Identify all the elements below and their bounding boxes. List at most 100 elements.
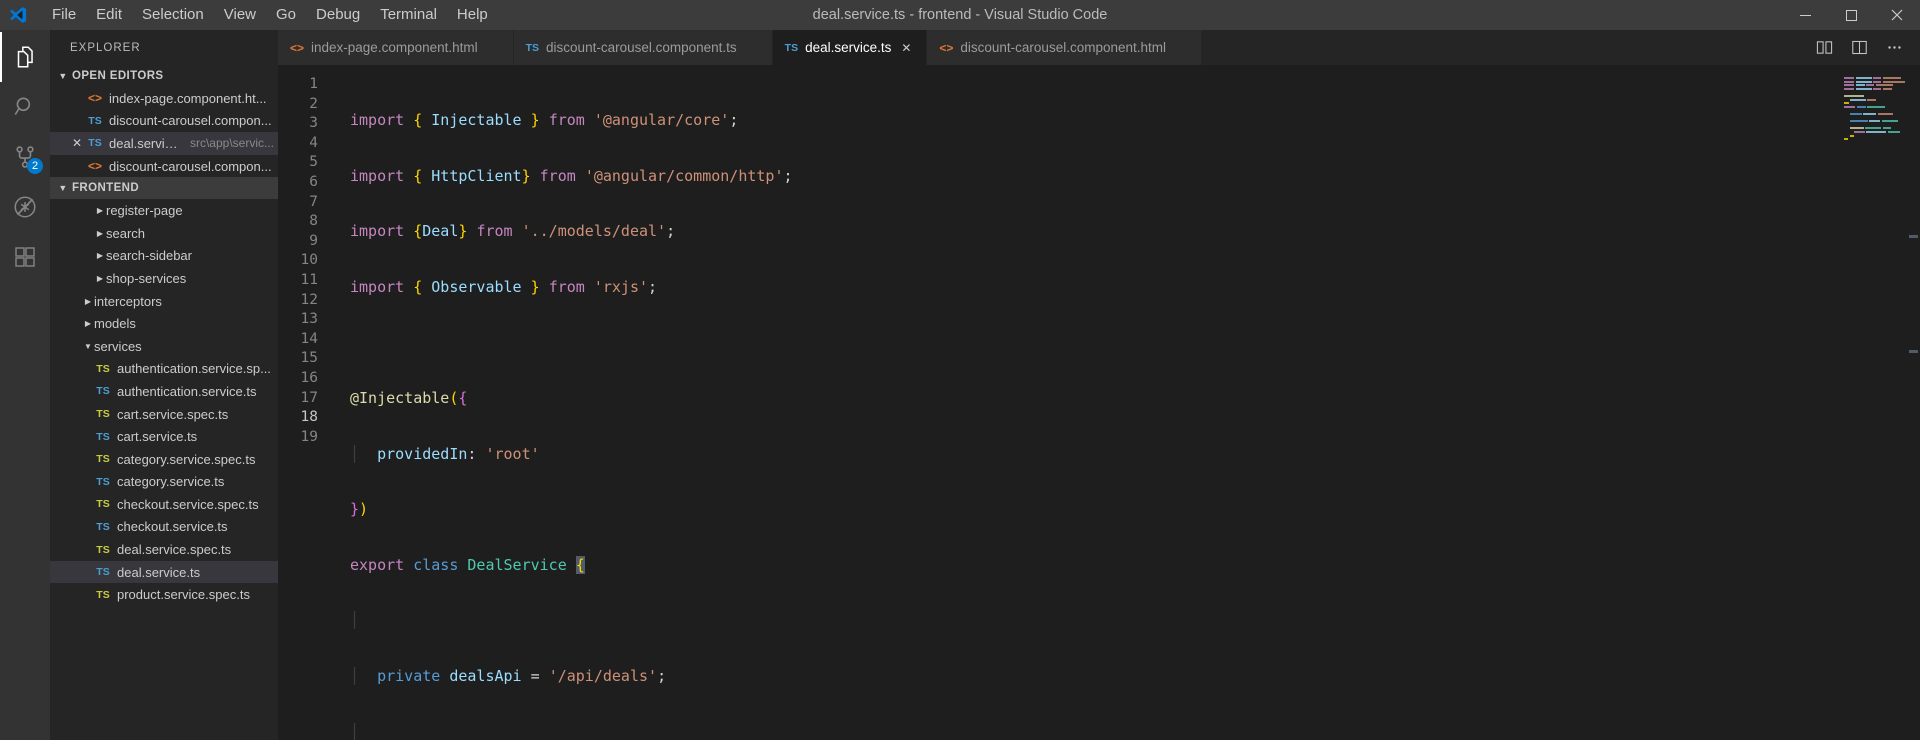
chevron-right-icon: ▶ <box>96 206 104 216</box>
tree-folder-register-page[interactable]: ▶ register-page <box>50 199 278 222</box>
tree-file-product-service-spec[interactable]: TS product.service.spec.ts <box>50 583 278 606</box>
tab-close-icon[interactable]: ✕ <box>898 41 914 55</box>
menu-terminal[interactable]: Terminal <box>370 0 447 30</box>
open-editor-item-active[interactable]: ✕ TS deal.service.ts src\app\servic... <box>50 132 278 155</box>
line-number: 10 <box>300 252 318 269</box>
tree-file-deal-service-spec[interactable]: TS deal.service.spec.ts <box>50 538 278 561</box>
ts-spec-file-icon: TS <box>96 543 110 556</box>
line-number: 11 <box>300 271 318 288</box>
tree-label: category.service.ts <box>117 474 225 490</box>
tree-folder-search-sidebar[interactable]: ▶ search-sidebar <box>50 245 278 268</box>
activity-source-control[interactable]: 2 <box>0 132 50 182</box>
code-line-2: import { HttpClient} from '@angular/comm… <box>350 166 793 185</box>
ts-spec-file-icon: TS <box>96 498 110 511</box>
section-open-editors-label: OPEN EDITORS <box>72 70 164 82</box>
code-content[interactable]: import { Injectable } from '@angular/cor… <box>340 65 1920 740</box>
explorer-sidebar: EXPLORER ▼ OPEN EDITORS <> index-page.co… <box>50 30 278 740</box>
activity-bar: 2 <box>0 30 50 740</box>
line-number: 15 <box>300 350 318 367</box>
ts-file-icon: TS <box>96 566 110 579</box>
scrollbar-marker <box>1909 235 1918 238</box>
more-actions-icon[interactable] <box>1877 30 1912 65</box>
tree-label: product.service.spec.ts <box>117 587 250 603</box>
tree-folder-shop-services[interactable]: ▶ shop-services <box>50 267 278 290</box>
menu-go[interactable]: Go <box>266 0 306 30</box>
close-editor-icon[interactable]: ✕ <box>68 136 86 150</box>
sidebar-title: EXPLORER <box>70 41 141 54</box>
editor-scrollbar[interactable] <box>1906 65 1920 740</box>
chevron-right-icon: ▶ <box>84 296 92 306</box>
activity-extensions[interactable] <box>0 232 50 282</box>
tree-folder-interceptors[interactable]: ▶ interceptors <box>50 290 278 313</box>
line-number: 3 <box>309 115 318 132</box>
file-tree[interactable]: ▶ register-page ▶ search ▶ search-sideba… <box>50 199 278 740</box>
open-editors-list: <> index-page.component.ht... TS discoun… <box>50 87 278 177</box>
vscode-logo-icon <box>0 0 36 30</box>
menu-edit[interactable]: Edit <box>86 0 132 30</box>
tab-discount-carousel-component-html[interactable]: <> discount-carousel.component.html ✕ <box>927 30 1202 65</box>
tree-label: search-sidebar <box>106 248 192 264</box>
tree-label: authentication.service.ts <box>117 383 257 399</box>
tree-folder-search[interactable]: ▶ search <box>50 222 278 245</box>
tab-discount-carousel-component-ts[interactable]: TS discount-carousel.component.ts ✕ <box>513 30 773 65</box>
tree-label: cart.service.spec.ts <box>117 406 229 422</box>
html-file-icon: <> <box>87 159 102 174</box>
tree-folder-services[interactable]: ▼ services <box>50 335 278 358</box>
line-number-gutter: 1 2 3 4 5 6 7 8 9 10 11 12 13 14 15 16 1 <box>278 65 340 740</box>
line-number: 13 <box>300 311 318 328</box>
line-number: 17 <box>300 389 318 406</box>
tree-label: category.service.spec.ts <box>117 451 256 467</box>
open-editor-item[interactable]: <> index-page.component.ht... <box>50 87 278 110</box>
section-frontend[interactable]: ▼ FRONTEND <box>50 177 278 200</box>
tree-folder-models[interactable]: ▶ models <box>50 312 278 335</box>
activity-search[interactable] <box>0 82 50 132</box>
tree-file-checkout-service[interactable]: TS checkout.service.ts <box>50 516 278 539</box>
chevron-right-icon: ▶ <box>84 319 92 329</box>
menu-help[interactable]: Help <box>447 0 498 30</box>
tree-file-deal-service[interactable]: TS deal.service.ts <box>50 560 278 584</box>
tab-index-page-component-html[interactable]: <> index-page.component.html ✕ <box>278 30 514 65</box>
window-controls <box>1782 0 1920 30</box>
line-number: 16 <box>300 369 318 386</box>
tab-label: deal.service.ts <box>805 40 892 55</box>
tab-deal-service-ts[interactable]: TS deal.service.ts ✕ <box>772 30 928 65</box>
menu-view[interactable]: View <box>214 0 266 30</box>
tree-file-cart-service[interactable]: TS cart.service.ts <box>50 425 278 448</box>
close-icon[interactable] <box>1874 0 1920 30</box>
open-editor-label: deal.service.ts <box>109 135 183 151</box>
tree-label: search <box>106 225 146 241</box>
open-changes-icon[interactable] <box>1807 30 1842 65</box>
menu-selection[interactable]: Selection <box>132 0 214 30</box>
tab-label: discount-carousel.component.ts <box>546 40 737 55</box>
minimize-icon[interactable] <box>1782 0 1828 30</box>
tree-file-category-service[interactable]: TS category.service.ts <box>50 471 278 494</box>
menu-file[interactable]: File <box>42 0 86 30</box>
menu-debug[interactable]: Debug <box>306 0 370 30</box>
line-number: 12 <box>300 291 318 308</box>
tree-file-authentication-service[interactable]: TS authentication.service.ts <box>50 380 278 403</box>
open-editor-item[interactable]: TS discount-carousel.compon... <box>50 110 278 133</box>
vscode-window: File Edit Selection View Go Debug Termin… <box>0 0 1920 740</box>
tree-file-authentication-service-spec[interactable]: TS authentication.service.sp... <box>50 358 278 381</box>
tree-file-checkout-service-spec[interactable]: TS checkout.service.spec.ts <box>50 493 278 516</box>
tree-label: deal.service.spec.ts <box>117 542 232 558</box>
maximize-icon[interactable] <box>1828 0 1874 30</box>
open-editor-label: index-page.component.ht... <box>109 90 267 106</box>
chevron-right-icon: ▶ <box>96 251 104 261</box>
ts-spec-file-icon: TS <box>96 408 110 421</box>
tab-label: index-page.component.html <box>311 40 478 55</box>
chevron-right-icon: ▶ <box>96 228 104 238</box>
open-editor-item[interactable]: <> discount-carousel.compon... <box>50 155 278 178</box>
section-open-editors[interactable]: ▼ OPEN EDITORS <box>50 65 278 87</box>
tree-file-cart-service-spec[interactable]: TS cart.service.spec.ts <box>50 403 278 426</box>
code-editor[interactable]: 1 2 3 4 5 6 7 8 9 10 11 12 13 14 15 16 1 <box>278 65 1920 740</box>
html-file-icon: <> <box>87 91 102 106</box>
title-bar: File Edit Selection View Go Debug Termin… <box>0 0 1920 30</box>
activity-debug[interactable] <box>0 182 50 232</box>
tree-label: authentication.service.sp... <box>117 361 271 377</box>
tree-label: shop-services <box>106 270 187 286</box>
tree-file-category-service-spec[interactable]: TS category.service.spec.ts <box>50 448 278 471</box>
split-editor-icon[interactable] <box>1842 30 1877 65</box>
activity-explorer[interactable] <box>0 32 50 82</box>
chevron-down-icon: ▼ <box>58 183 68 194</box>
